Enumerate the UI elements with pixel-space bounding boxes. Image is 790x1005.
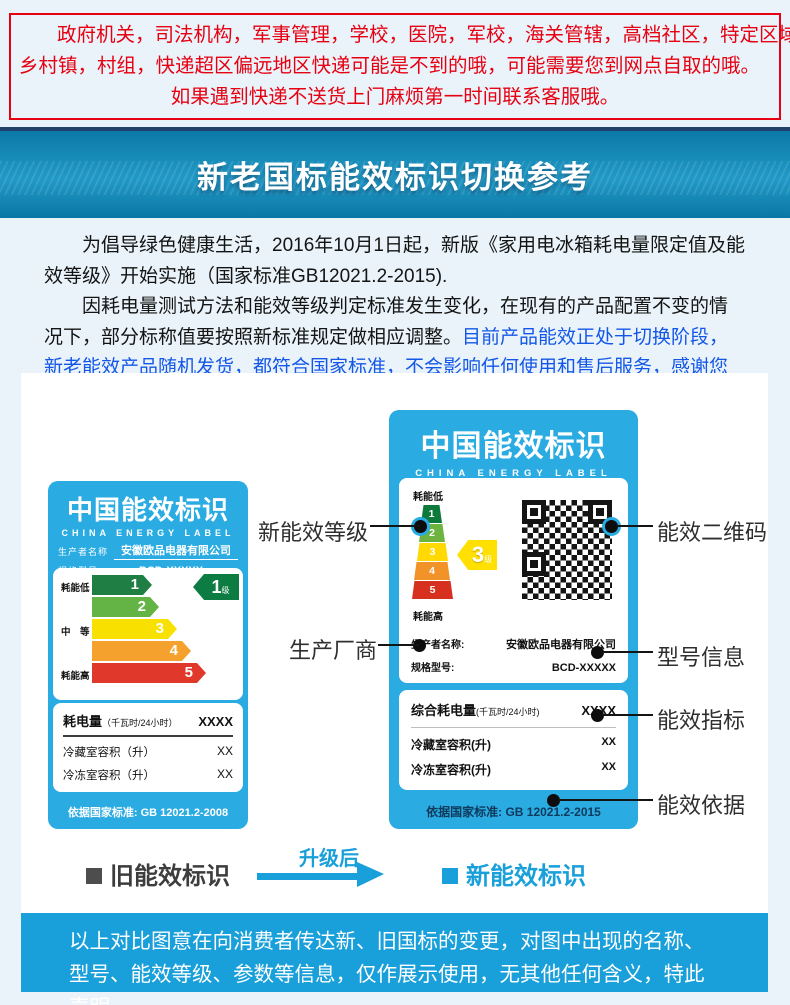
old-power-row: 耗电量（千瓦时/24小时） XXXX [63,711,233,731]
new-producer-row: 生产者名称: 安徽欧品电器有限公司 [411,636,616,652]
old-energy-label: 中国能效标识 CHINA ENERGY LABEL 生产者名称 安徽欧品电器有限… [48,481,248,829]
energy-bar-2: 2 [92,597,159,617]
old-label-caption-text: 旧能效标识 [110,863,230,890]
new-power-row: 综合耗电量(千瓦时/24小时) XXXX [411,700,616,720]
caption-square-icon [442,868,458,884]
old-label-grade-box: 耗能低 中 等 耗能高 1 2 3 4 5 1 级 [53,568,243,700]
old-grade-badge-number: 1 [211,577,221,598]
old-freezer-row: 冷冻室容积（升） XX [63,767,233,783]
energy-bar-5: 5 [92,663,206,683]
intro-paragraph-1: 为倡导绿色健康生活，2016年10月1日起，新版《家用电冰箱耗电量限定值及能效等… [44,231,746,292]
new-grade-badge-number: 3 [472,542,484,568]
delivery-notice-box: 政府机关，司法机构，军事管理，学校，医院，军校，海关管辖，高档社区，特定区域， … [9,13,781,120]
annotation-model: 型号信息 [657,640,745,672]
new-grade-badge-unit: 级 [484,554,492,565]
old-power-label: 耗电量 [63,714,102,729]
new-model-row: 规格型号: BCD-XXXXX [411,659,616,674]
upgrade-arrow-head-icon [357,862,384,887]
pyramid-level-5: 5 [412,581,453,599]
new-fridge-label: 冷藏室容积(升) [411,736,491,753]
new-freezer-value: XX [601,761,616,778]
qr-finder-pattern [522,500,546,524]
new-fridge-value: XX [601,736,616,753]
new-label-title: 中国能效标识 [389,421,638,465]
old-label-subtitle: CHINA ENERGY LABEL [48,528,248,538]
new-power-unit: (千瓦时/24小时) [476,707,540,717]
notice-line-2: 乡村镇，村组，快递超区偏远地区快递可能是不到的哦，可能需要您到网点自取的哦。 [11,51,779,82]
old-freezer-label: 冷冻室容积（升） [63,767,155,783]
old-scale-mid: 中 等 [61,624,95,638]
product-detail-section: 政府机关，司法机构，军事管理，学校，医院，军校，海关管辖，高档社区，特定区域， … [0,0,790,1005]
pyramid-level-4: 4 [414,562,450,580]
callout-line [602,714,653,716]
disclaimer-text: 以上对比图意在向消费者传达新、旧国标的变更，对图中出现的名称、型号、能效等级、参… [69,925,718,1005]
new-grade-badge: 3 级 [457,540,497,570]
new-freezer-row: 冷冻室容积(升) XX [411,761,616,778]
old-fridge-value: XX [217,744,233,760]
annotation-basis: 能效依据 [657,788,745,820]
energy-bar-4: 4 [92,641,191,661]
old-freezer-value: XX [217,767,233,783]
old-grade-badge-unit: 级 [222,585,230,596]
old-producer-value: 安徽欧品电器有限公司 [114,542,238,560]
new-scale-high: 耗能高 [413,608,443,623]
callout-line [378,644,419,646]
annotation-new-grade: 新能效等级 [248,515,368,547]
new-label-standard: 依据国家标准: GB 12021.2-2015 [389,803,638,820]
old-label-producer-row: 生产者名称 安徽欧品电器有限公司 [58,542,238,560]
divider [63,735,233,737]
old-fridge-row: 冷藏室容积（升） XX [63,744,233,760]
pyramid-level-3: 3 [417,543,448,561]
annotation-producer: 生产厂商 [287,633,377,665]
annotation-qr: 能效二维码 [657,515,767,547]
old-label-standard: 依据国家标准: GB 12021.2-2008 [48,804,248,820]
new-label-caption-text: 新能效标识 [466,863,586,890]
notice-line-3: 如果遇到快递不送货上门麻烦第一时间联系客服哦。 [11,82,779,113]
energy-bar-3: 3 [92,619,177,639]
old-label-spec-box: 耗电量（千瓦时/24小时） XXXX 冷藏室容积（升） XX 冷冻室容积（升） … [53,703,243,792]
old-power-unit: （千瓦时/24小时） [102,718,178,728]
new-energy-label: 中国能效标识 CHINA ENERGY LABEL 耗能低 耗能高 1 2 3 … [389,410,638,829]
section-banner: 新老国标能效标识切换参考 [0,127,790,218]
qr-finder-pattern [522,552,546,576]
old-label-caption: 旧能效标识 [86,856,230,891]
callout-line [370,525,420,527]
new-power-label: 综合耗电量 [411,703,476,718]
energy-bar-4-number: 4 [170,642,178,659]
new-label-caption: 新能效标识 [442,856,586,891]
energy-bar-5-number: 5 [185,664,193,681]
annotation-index: 能效指标 [657,703,745,735]
upgrade-arrow-bar [257,873,361,880]
divider [411,727,616,728]
old-scale-low: 耗能低 [61,580,95,594]
old-label-title: 中国能效标识 [48,490,248,527]
new-label-spec-box: 综合耗电量(千瓦时/24小时) XXXX 冷藏室容积(升) XX 冷冻室容积(升… [399,690,628,790]
disclaimer-box: 以上对比图意在向消费者传达新、旧国标的变更，对图中出现的名称、型号、能效等级、参… [21,913,768,992]
old-producer-label: 生产者名称 [58,545,108,560]
qr-code [522,500,612,600]
new-scale-low: 耗能低 [413,488,443,503]
old-scale-high: 耗能高 [61,668,95,682]
caption-square-icon [86,868,102,884]
old-grade-badge: 1 级 [193,574,239,600]
new-freezer-label: 冷冻室容积(升) [411,761,491,778]
callout-line [616,525,653,527]
callout-line [558,799,653,801]
new-model-label: 规格型号: [411,659,454,674]
notice-line-1: 政府机关，司法机构，军事管理，学校，医院，军校，海关管辖，高档社区，特定区域， [11,20,779,51]
section-title: 新老国标能效标识切换参考 [197,152,593,197]
label-comparison-card: 中国能效标识 CHINA ENERGY LABEL 生产者名称 安徽欧品电器有限… [21,373,768,913]
energy-bar-1-number: 1 [131,576,139,593]
energy-bar-2-number: 2 [138,598,146,615]
energy-bar-3-number: 3 [156,620,164,637]
new-model-value: BCD-XXXXX [552,662,616,674]
old-power-value: XXXX [198,714,233,729]
callout-line [602,651,653,653]
energy-bar-1: 1 [92,575,152,595]
old-fridge-label: 冷藏室容积（升） [63,744,155,760]
new-fridge-row: 冷藏室容积(升) XX [411,736,616,753]
